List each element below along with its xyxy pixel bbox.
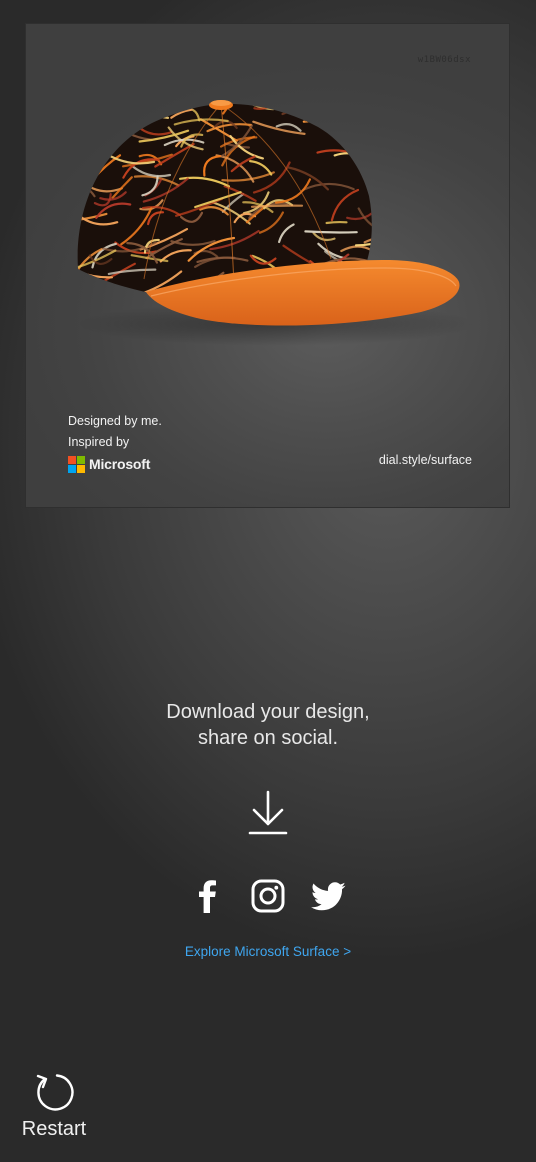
- facebook-icon: [199, 880, 216, 913]
- designed-by-text: Designed by me.: [68, 414, 162, 428]
- cap-pattern-stroke: [87, 117, 119, 142]
- cap-pattern-stroke: [377, 211, 409, 217]
- cap-pattern-stroke: [96, 103, 130, 114]
- cap-pattern-stroke: [297, 104, 345, 117]
- cap-pattern-stroke: [77, 133, 91, 140]
- download-button[interactable]: [247, 788, 289, 836]
- cap-pattern-stroke: [344, 131, 371, 142]
- inspired-by-text: Inspired by: [68, 435, 130, 449]
- cap-pattern-stroke: [101, 121, 125, 142]
- twitter-icon: [311, 882, 346, 911]
- cap-pattern-stroke: [191, 72, 225, 100]
- cap-pattern-stroke: [366, 112, 372, 127]
- cap-pattern-stroke: [120, 89, 134, 102]
- share-prompt-line1: Download your design,: [166, 701, 370, 723]
- cap-pattern-stroke: [143, 110, 165, 121]
- cap-pattern-stroke: [177, 75, 220, 98]
- cap-pattern-stroke: [95, 103, 126, 124]
- design-preview-card: w1BW06dsx Designed by me. Inspired by Mi…: [25, 23, 510, 508]
- cap-pattern-stroke: [102, 123, 124, 135]
- site-url: dial.style/surface: [378, 453, 472, 467]
- explore-surface-link[interactable]: Explore Microsoft Surface >: [0, 944, 536, 959]
- credit-text: Designed by me. Inspired by Microsoft: [68, 411, 162, 475]
- restart-icon: [36, 1074, 74, 1111]
- microsoft-logo-icon: [68, 456, 85, 473]
- share-prompt-line2: share on social.: [197, 727, 339, 749]
- cap-pattern-stroke: [302, 103, 346, 123]
- cap-pattern-stroke: [118, 103, 170, 119]
- cap-pattern-stroke: [358, 82, 395, 98]
- cap-pattern-stroke: [376, 218, 419, 225]
- microsoft-brand: Microsoft: [68, 454, 162, 475]
- cap-pattern-stroke: [331, 104, 372, 134]
- cap-pattern-stroke: [112, 114, 139, 133]
- cap-pattern-stroke: [370, 170, 372, 180]
- cap-pattern-stroke: [370, 83, 397, 95]
- restart-button[interactable]: Restart: [18, 1072, 90, 1141]
- download-icon: [248, 790, 288, 835]
- cap-pattern-stroke: [376, 146, 402, 155]
- microsoft-wordmark: Microsoft: [89, 456, 151, 472]
- restart-label: Restart: [21, 1118, 87, 1140]
- cap-pattern-stroke: [250, 204, 304, 208]
- cap-pattern-stroke: [77, 292, 94, 297]
- cap-pattern-stroke: [326, 107, 347, 119]
- share-prompt: Download your design, share on social.: [0, 699, 536, 751]
- cap-pattern-stroke: [380, 154, 412, 191]
- cap-pattern-stroke: [77, 108, 122, 134]
- cap-pattern-stroke: [97, 286, 142, 299]
- cap-pattern-stroke: [89, 104, 108, 119]
- facebook-share-button[interactable]: [190, 878, 226, 914]
- cap-pattern-stroke: [325, 220, 348, 225]
- cap-pattern-stroke: [80, 290, 101, 299]
- cap-pattern-stroke: [382, 89, 433, 97]
- cap-pattern-stroke: [77, 113, 122, 126]
- instagram-icon: [251, 879, 285, 913]
- cap-pattern-stroke: [358, 94, 381, 95]
- instagram-share-button[interactable]: [250, 878, 286, 914]
- cap-pattern-stroke: [375, 87, 412, 96]
- twitter-share-button[interactable]: [311, 878, 347, 914]
- cap-pattern-stroke: [304, 230, 358, 234]
